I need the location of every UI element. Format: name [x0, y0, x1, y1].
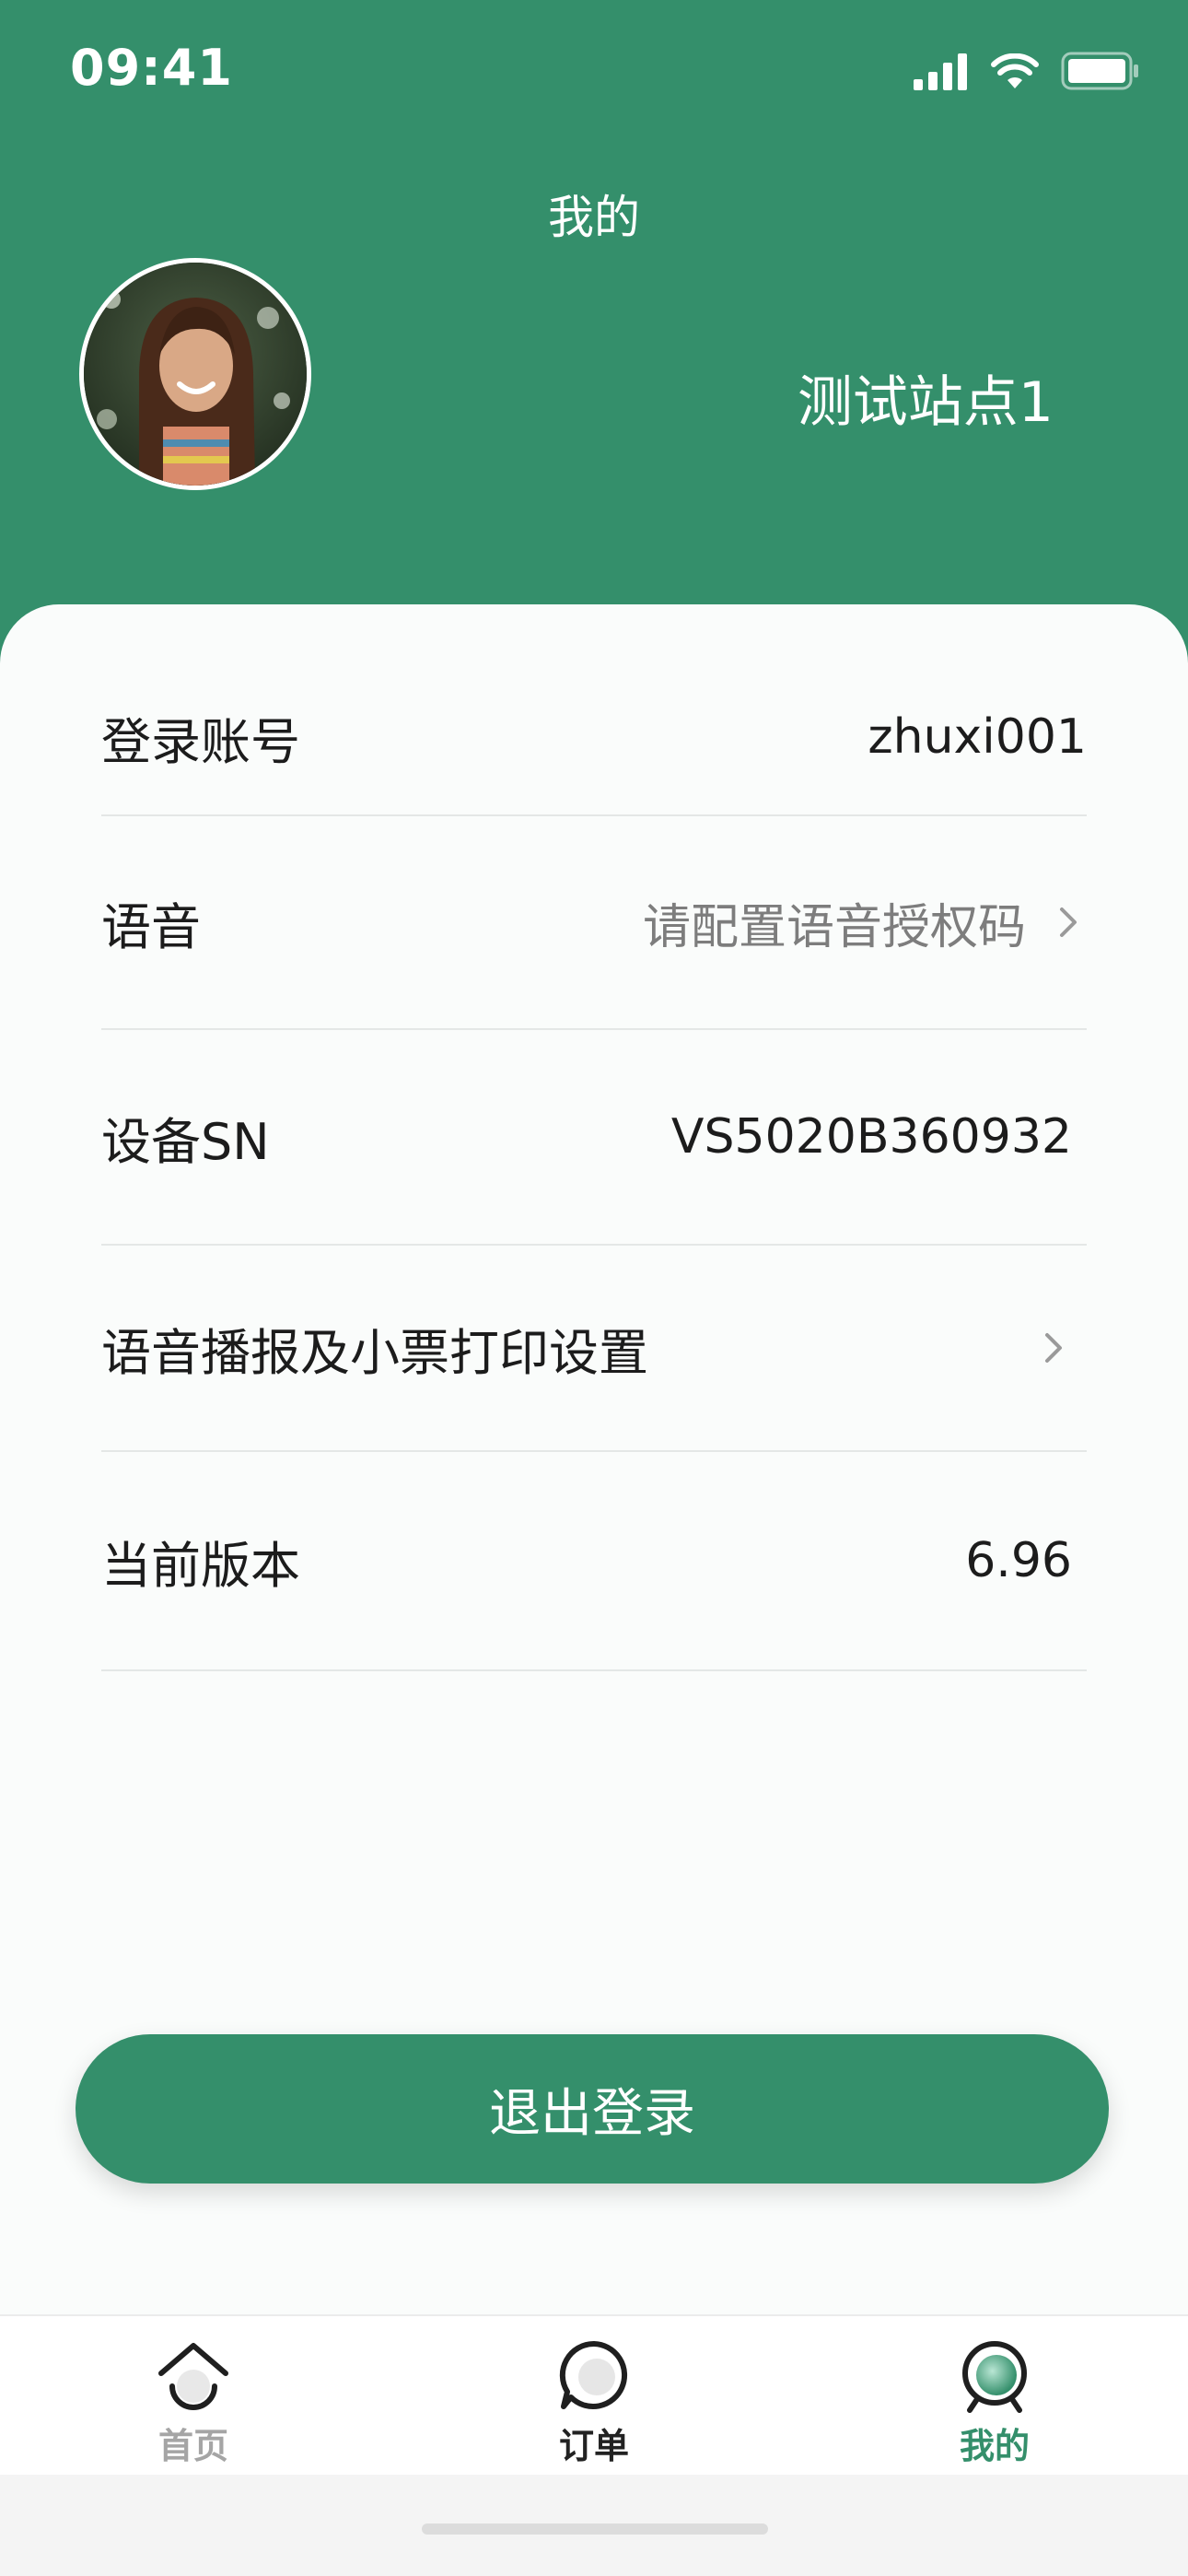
tab-orders[interactable]: 订单 [456, 2316, 732, 2475]
account-row: 登录账号 zhuxi001 [101, 660, 1087, 816]
broadcast-print-settings-row[interactable]: 语音播报及小票打印设置 [101, 1246, 1087, 1452]
tab-me[interactable]: 我的 [856, 2316, 1133, 2475]
account-value: zhuxi001 [868, 709, 1087, 765]
header: 09:41 我的 测试站点1 [0, 0, 1188, 700]
avatar-photo [84, 263, 307, 486]
station-name: 测试站点1 [797, 370, 1054, 435]
voice-value: 请配置语音授权码 [642, 899, 1026, 955]
broadcast-print-settings-label: 语音播报及小票打印设置 [101, 1323, 648, 1382]
device-sn-row: 设备SN VS5020B360932 [101, 1030, 1087, 1246]
home-icon [158, 2343, 228, 2410]
voice-row[interactable]: 语音 请配置语音授权码 [101, 816, 1087, 1030]
profile-screen: 09:41 我的 测试站点1 登录账号 zhuxi001 语音 请配置语音授权码… [0, 0, 1188, 2576]
voice-value-wrap: 请配置语音授权码 [643, 888, 1087, 957]
status-time: 09:41 [70, 39, 233, 97]
home-indicator[interactable] [422, 2523, 768, 2535]
version-label: 当前版本 [101, 1536, 300, 1595]
logout-button[interactable]: 退出登录 [76, 2034, 1109, 2184]
account-label: 登录账号 [101, 712, 300, 771]
tab-home-label: 首页 [157, 2426, 228, 2466]
battery-icon [1061, 52, 1138, 90]
signal-icon [914, 53, 967, 90]
device-sn-label: 设备SN [101, 1112, 270, 1171]
device-sn-value: VS5020B360932 [670, 1109, 1072, 1165]
version-row: 当前版本 6.96 [101, 1452, 1087, 1671]
status-icons [914, 44, 1140, 90]
voice-label: 语音 [101, 897, 201, 956]
tab-orders-label: 订单 [558, 2426, 629, 2466]
chevron-right-icon [1045, 1333, 1062, 1363]
page-title: 我的 [548, 191, 640, 244]
tab-home[interactable]: 首页 [55, 2316, 332, 2475]
broadcast-print-settings-value [1011, 1329, 1087, 1366]
tab-bar: 首页 订单 我的 [0, 2314, 1188, 2475]
tab-me-label: 我的 [959, 2426, 1030, 2466]
profile-icon [962, 2341, 1027, 2413]
wifi-icon [991, 53, 1039, 88]
version-value: 6.96 [965, 1533, 1072, 1588]
chevron-right-icon [1060, 907, 1077, 937]
avatar[interactable] [79, 258, 311, 490]
chat-icon [559, 2340, 628, 2409]
